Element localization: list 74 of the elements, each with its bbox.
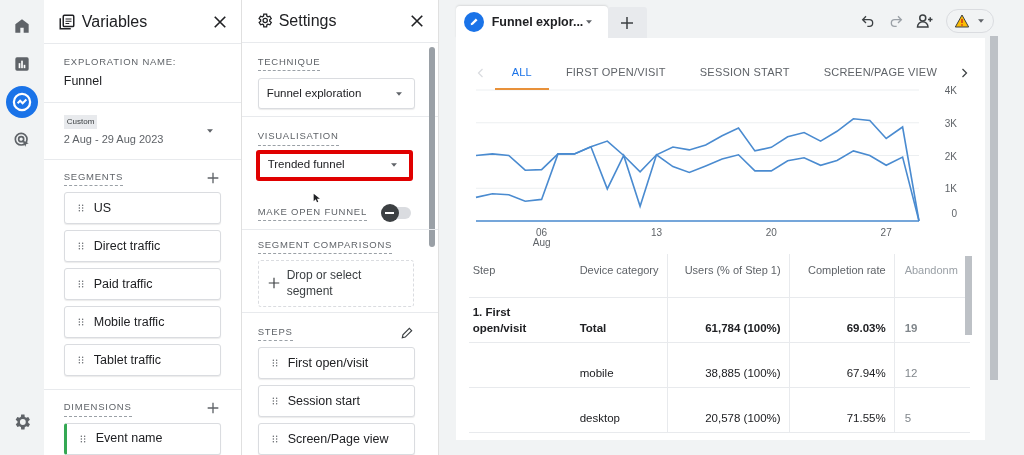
- new-tab-button[interactable]: [607, 7, 647, 38]
- axis-label: 20: [765, 227, 777, 238]
- section-label: STEPS: [257, 324, 293, 341]
- panel-title: Settings: [278, 10, 337, 31]
- table-cell-text: 71.55%: [845, 411, 886, 426]
- warning-icon: [954, 13, 970, 29]
- undo-icon[interactable]: [860, 13, 876, 29]
- drag-handle-icon: [270, 395, 279, 407]
- segment-chip[interactable]: Mobile traffic: [63, 306, 221, 339]
- chart-tab[interactable]: SESSION START: [682, 56, 807, 90]
- drag-handle-icon: [270, 433, 279, 445]
- table-cell-text: 19: [904, 321, 919, 336]
- section-label: MAKE OPEN FUNNEL: [257, 204, 367, 221]
- add-icon: [266, 276, 281, 291]
- table-cell-text: 61,784 (100%): [704, 321, 781, 336]
- section-label: SEGMENT COMPARISONS: [257, 237, 393, 254]
- axis-label: 1K: [944, 183, 957, 195]
- segment-chip[interactable]: Tablet traffic: [63, 344, 221, 377]
- dimension-chip[interactable]: Event name: [63, 422, 221, 455]
- table-cell-text: desktop: [579, 411, 621, 426]
- drop-zone-text: Drop or select segment: [286, 267, 363, 300]
- pencil-icon: [463, 12, 484, 32]
- section-label: VISUALISATION: [257, 129, 339, 146]
- table-cell-text: 5: [904, 411, 913, 426]
- step-chip[interactable]: First open/visit: [257, 347, 415, 379]
- settings-icon: [255, 12, 273, 30]
- axis-label: 27: [880, 227, 892, 238]
- segment-drop-zone[interactable]: Drop or select segment: [257, 259, 414, 307]
- segment-chip[interactable]: US: [63, 192, 221, 225]
- visualisation-dropdown[interactable]: Trended funnel: [255, 149, 413, 181]
- axis-label: 13: [650, 227, 662, 238]
- drag-handle-icon: [270, 357, 279, 369]
- exploration-name[interactable]: Funnel: [63, 72, 241, 91]
- segment-chip[interactable]: Paid traffic: [63, 268, 221, 301]
- chart-tab[interactable]: FIRST OPEN/VISIT: [548, 56, 683, 90]
- table-cell-text: 67.94%: [845, 366, 886, 381]
- date-badge: Custom: [63, 114, 98, 129]
- field-label: EXPLORATION NAME:: [63, 55, 178, 69]
- step-chip[interactable]: Session start: [257, 385, 415, 417]
- table-cell-text: mobile: [579, 366, 615, 381]
- table-cell-text: 69.03%: [845, 321, 886, 336]
- segment-chip[interactable]: Direct traffic: [63, 230, 221, 263]
- column-header[interactable]: Step: [472, 264, 496, 276]
- pencil-icon[interactable]: [399, 325, 414, 340]
- axis-label: 3K: [944, 117, 957, 129]
- toggle-switch[interactable]: [382, 206, 411, 219]
- column-header[interactable]: Device category: [579, 264, 659, 276]
- technique-dropdown[interactable]: Funnel exploration: [257, 78, 415, 110]
- scrollbar-thumb[interactable]: [965, 256, 972, 335]
- date-range-picker[interactable]: Custom 2 Aug - 29 Aug 2023: [43, 103, 241, 160]
- panel-title: Variables: [81, 11, 148, 32]
- axis-label: 2K: [944, 150, 957, 162]
- table-cell-text: 1. First open/visit: [472, 305, 528, 336]
- axis-label: 06 Aug: [532, 227, 551, 248]
- table-cell-text: 20,578 (100%): [704, 411, 781, 426]
- section-label: SEGMENTS: [63, 170, 124, 187]
- list-icon: [57, 12, 76, 31]
- scrollbar-thumb[interactable]: [428, 47, 435, 247]
- table-cell-text: 38,885 (100%): [704, 366, 781, 381]
- axis-label: 4K: [944, 86, 957, 96]
- add-user-icon[interactable]: [916, 12, 934, 30]
- step-chip[interactable]: Screen/Page view: [257, 423, 415, 455]
- table-cell-text: Total: [579, 321, 608, 336]
- nav-item[interactable]: [5, 86, 38, 118]
- section-label: DIMENSIONS: [63, 400, 132, 417]
- section-label: TECHNIQUE: [257, 54, 321, 72]
- column-header[interactable]: Completion rate: [808, 264, 886, 276]
- table-cell-text: 12: [904, 366, 919, 381]
- axis-label: 0: [951, 208, 957, 219]
- chart-tab[interactable]: ALL: [494, 56, 549, 90]
- exploration-tab[interactable]: Funnel explor...: [455, 6, 608, 38]
- date-range: 2 Aug - 29 Aug 2023: [63, 131, 164, 147]
- column-header[interactable]: Users (% of Step 1): [684, 264, 781, 276]
- scrollbar-thumb[interactable]: [990, 36, 998, 380]
